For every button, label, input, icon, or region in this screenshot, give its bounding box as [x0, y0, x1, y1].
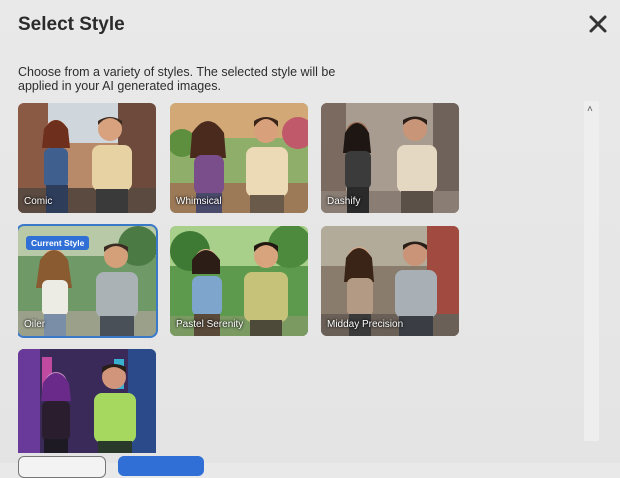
style-preview-image — [18, 349, 156, 453]
style-grid: Comic Whimsical Dashify Current Style Oi… — [18, 103, 463, 453]
style-label: Midday Precision — [327, 319, 404, 330]
scroll-up-icon[interactable]: ˄ — [587, 104, 593, 115]
style-tile-pastel-serenity[interactable]: Pastel Serenity — [170, 226, 308, 336]
style-tile-neon[interactable] — [18, 349, 156, 453]
close-icon — [589, 15, 607, 33]
dialog-title: Select Style — [18, 14, 125, 35]
style-tile-midday-precision[interactable]: Midday Precision — [321, 226, 459, 336]
current-style-badge: Current Style — [26, 236, 90, 250]
close-button[interactable] — [586, 12, 610, 36]
style-label: Pastel Serenity — [176, 319, 244, 330]
style-tile-dashify[interactable]: Dashify — [321, 103, 459, 213]
style-label: Dashify — [327, 196, 361, 207]
primary-button[interactable] — [118, 456, 204, 476]
style-label: Oiler — [24, 319, 46, 330]
style-tile-whimsical[interactable]: Whimsical — [170, 103, 308, 213]
style-tile-oiler[interactable]: Current Style Oiler — [18, 224, 158, 338]
secondary-button[interactable] — [18, 456, 106, 478]
style-label: Comic — [24, 196, 53, 207]
dialog-description: Choose from a variety of styles. The sel… — [18, 65, 336, 93]
style-tile-comic[interactable]: Comic — [18, 103, 156, 213]
style-label: Whimsical — [176, 196, 222, 207]
scrollbar[interactable]: ˄ — [584, 101, 599, 441]
